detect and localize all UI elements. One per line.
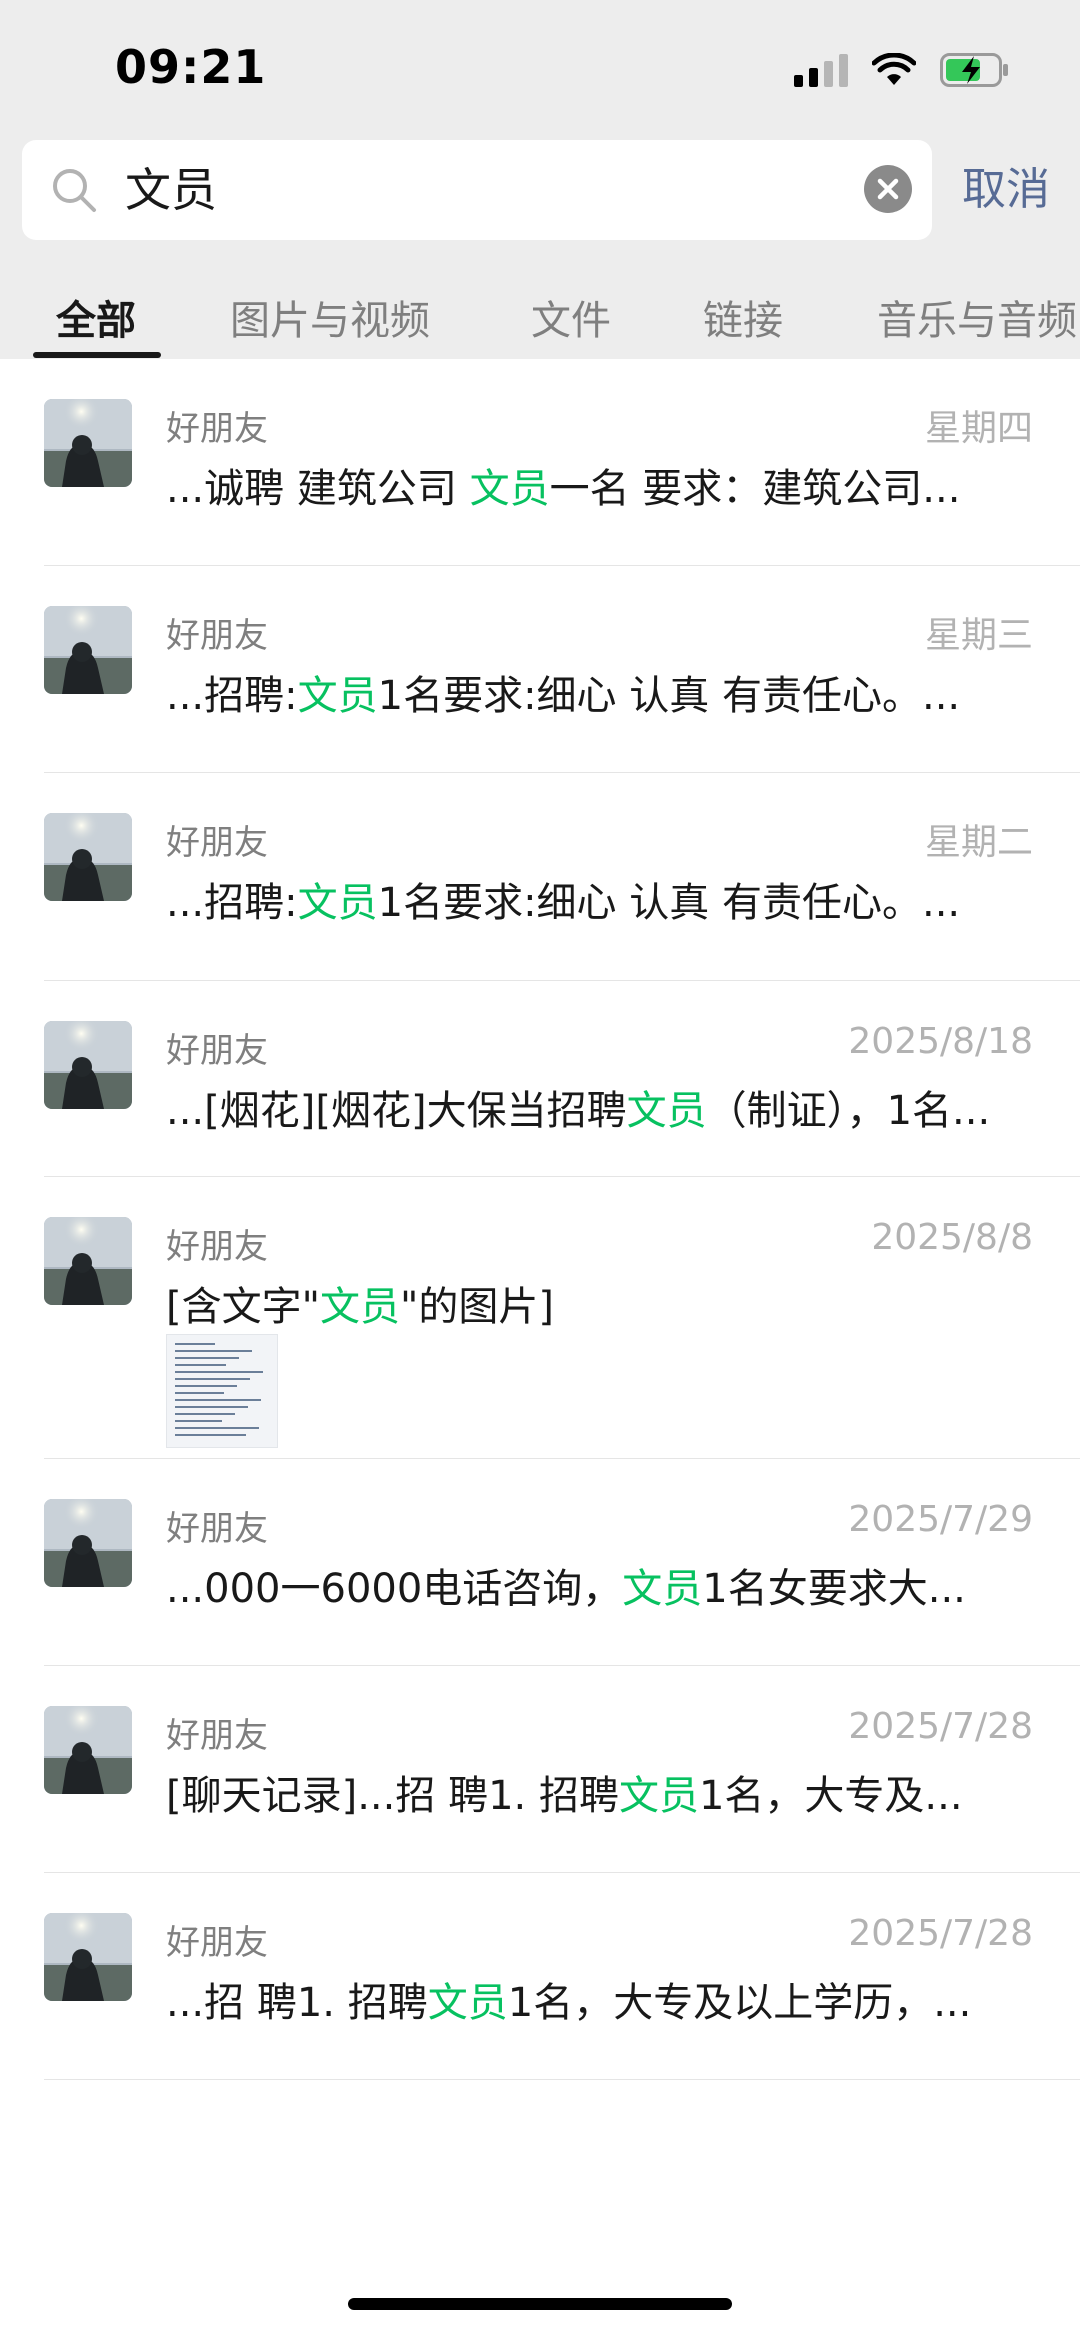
snippet-text: ...招聘: [166,673,298,719]
search-input[interactable] [125,140,825,240]
message-snippet: ...招 聘1. 招聘文员1名，大专及以上学历，... [166,1970,1032,2028]
sender-name: 好朋友 [166,1031,268,1071]
snippet-text: 1名要求:细心 认真 有责任心。... [377,880,961,926]
avatar [44,1021,132,1109]
snippet-text: （制证），1名... [706,1088,991,1134]
search-result-row[interactable]: 好朋友 星期二 ...招聘:文员1名要求:细心 认真 有责任心。... [0,773,1080,981]
sender-name: 好朋友 [166,823,268,863]
snippet-text: ...[烟花][烟花]大保当招聘 [166,1088,627,1134]
message-date: 2025/7/28 [848,1706,1033,1747]
search-result-row[interactable]: 好朋友 2025/8/8 [含文字"文员"的图片] [0,1177,1080,1459]
highlighted-keyword: 文员 [469,466,550,512]
message-snippet: ...招聘:文员1名要求:细心 认真 有责任心。... [166,870,1032,928]
highlighted-keyword: 文员 [618,1773,699,1819]
tab-all[interactable]: 全部 [56,288,136,346]
message-snippet: ...诚聘 建筑公司 文员一名 要求：建筑公司... [166,456,1032,514]
clear-search-button[interactable] [864,165,912,213]
close-icon [877,178,899,200]
home-indicator[interactable] [348,2298,732,2310]
search-box[interactable] [22,140,932,240]
filter-tabs: 全部 图片与视频 文件 链接 音乐与音频 [0,270,1080,359]
search-result-row[interactable]: 好朋友 2025/7/28 [聊天记录]...招 聘1. 招聘文员1名，大专及... [0,1666,1080,1873]
battery-charging-icon [940,53,1008,87]
snippet-text: 1名，大专及以上学历，... [507,1980,972,2026]
avatar [44,813,132,901]
snippet-text: ...招聘: [166,880,298,926]
message-snippet: [聊天记录]...招 聘1. 招聘文员1名，大专及... [166,1763,1032,1821]
sender-name: 好朋友 [166,1923,268,1963]
message-date: 2025/8/18 [848,1021,1033,1062]
sender-name: 好朋友 [166,616,268,656]
sender-name: 好朋友 [166,1716,268,1756]
status-icons [794,50,1010,90]
message-snippet: ...[烟花][烟花]大保当招聘文员（制证），1名... [166,1078,1032,1136]
snippet-text: "的图片] [400,1284,555,1330]
image-thumbnail[interactable] [166,1334,278,1448]
snippet-text: [聊天记录]...招 聘1. 招聘 [166,1773,619,1819]
snippet-text: ...招 聘1. 招聘 [166,1980,428,2026]
message-snippet: [含文字"文员"的图片] [166,1274,1032,1332]
avatar [44,1706,132,1794]
message-date: 星期三 [924,615,1033,656]
snippet-text: [含文字" [166,1284,321,1330]
message-snippet: ...000一6000电话咨询，文员1名女要求大... [166,1556,1032,1614]
status-time: 09:21 [115,40,267,94]
highlighted-keyword: 文员 [320,1284,401,1330]
wifi-icon [872,53,916,85]
avatar [44,1217,132,1305]
highlighted-keyword: 文员 [427,1980,508,2026]
message-date: 2025/7/29 [848,1499,1033,1540]
avatar [44,399,132,487]
highlighted-keyword: 文员 [297,880,378,926]
snippet-text: ...000一6000电话咨询， [166,1566,623,1612]
message-date: 2025/7/28 [848,1913,1033,1954]
snippet-text: 1名，大专及... [698,1773,963,1819]
sender-name: 好朋友 [166,1509,268,1549]
tab-images-videos[interactable]: 图片与视频 [230,288,430,346]
cancel-button[interactable]: 取消 [962,158,1050,222]
snippet-text: 1名要求:细心 认真 有责任心。... [377,673,961,719]
tab-files[interactable]: 文件 [531,288,611,346]
snippet-text: ...诚聘 建筑公司 [166,466,470,512]
message-date: 星期四 [924,408,1033,449]
search-result-row[interactable]: 好朋友 2025/7/29 ...000一6000电话咨询，文员1名女要求大... [0,1459,1080,1666]
avatar [44,1913,132,2001]
sender-name: 好朋友 [166,409,268,449]
message-snippet: ...招聘:文员1名要求:细心 认真 有责任心。... [166,663,1032,721]
avatar [44,606,132,694]
message-date: 2025/8/8 [871,1217,1033,1258]
highlighted-keyword: 文员 [626,1088,707,1134]
search-result-row[interactable]: 好朋友 星期三 ...招聘:文员1名要求:细心 认真 有责任心。... [0,566,1080,773]
search-result-row[interactable]: 好朋友 星期四 ...诚聘 建筑公司 文员一名 要求：建筑公司... [0,359,1080,566]
tab-links[interactable]: 链接 [703,288,783,346]
avatar [44,1499,132,1587]
search-icon [53,169,96,212]
tab-music-audio[interactable]: 音乐与音频 [877,288,1077,346]
highlighted-keyword: 文员 [622,1566,703,1612]
snippet-text: 1名女要求大... [702,1566,966,1612]
highlighted-keyword: 文员 [297,673,378,719]
active-tab-indicator [33,352,161,358]
row-divider [44,2079,1080,2080]
cellular-signal-icon [794,53,848,87]
search-result-row[interactable]: 好朋友 2025/8/18 ...[烟花][烟花]大保当招聘文员（制证），1名... [0,981,1080,1177]
search-result-row[interactable]: 好朋友 2025/7/28 ...招 聘1. 招聘文员1名，大专及以上学历，... [0,1873,1080,2080]
snippet-text: 一名 要求：建筑公司... [549,466,961,512]
sender-name: 好朋友 [166,1227,268,1267]
message-date: 星期二 [924,822,1033,863]
